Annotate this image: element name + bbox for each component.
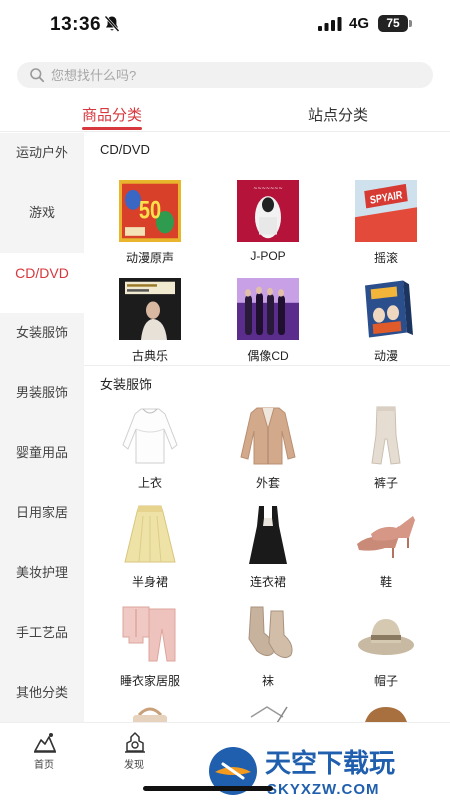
grid-item-classical[interactable]: 古典乐 [94,278,204,373]
grid-label: 裤子 [373,476,398,490]
sidebar-item-mens-clothing[interactable]: 男装服饰 [0,373,84,433]
coat-image [240,407,296,465]
grid-item-anime[interactable]: 动漫 [330,278,440,373]
pants-image [371,406,401,465]
tab-product-categories[interactable]: 商品分类 [82,104,142,125]
grid-item-dresses[interactable]: 连衣裙 [212,504,322,599]
svg-text:50: 50 [139,196,161,224]
grid-label: 动漫 [373,349,398,363]
anime-dvd-box [365,280,413,338]
battery-tip [409,20,412,27]
bell-off-icon [104,15,120,32]
blouse-image [122,408,178,464]
idol-cd-cover [237,278,299,340]
section-title-cd-dvd: CD/DVD [100,142,150,157]
classical-cover [119,278,181,340]
section-title-womens-clothing: 女装服饰 [100,377,153,392]
watermark-title: 天空下载玩 [265,748,395,779]
grid-item-socks[interactable]: 袜 [212,603,322,698]
nav-discover[interactable]: 发现 [104,727,164,775]
grid-label: 鞋 [379,575,392,589]
dress-image [249,506,287,564]
jpop-cover: ~~~~~~~ [237,180,299,242]
sidebar-item-sports-outdoor[interactable]: 运动户外 [0,133,84,193]
grid-item-pajamas[interactable]: 睡衣家居服 [94,603,204,698]
sidebar-item-handicrafts[interactable]: 手工艺品 [0,613,84,673]
sidebar-item-cd-dvd[interactable]: CD/DVD [0,253,84,313]
nav-label: 首页 [34,760,54,771]
bag-image [133,707,167,722]
grid-item-idol-cd[interactable]: 偶像CD [212,278,322,373]
grid-item-hats[interactable]: 帽子 [330,603,440,698]
sidebar-item-games[interactable]: 游戏 [0,193,84,253]
category-sidebar: 运动户外 游戏 CD/DVD 女装服饰 男装服饰 婴童用品 日用家居 美妆护理 … [0,133,84,722]
watermark-url: SKYXZW.COM [267,781,380,798]
search-icon [30,68,45,83]
grid-label: 动漫原声 [125,251,174,265]
grid-item-jpop[interactable]: ~~~~~~~ J-POP [212,180,322,275]
shoes-image [357,516,415,558]
grid-item-tops[interactable]: 上衣 [94,405,204,500]
pajamas-image [122,606,176,662]
search-input[interactable] [51,62,411,88]
anime-soundtrack-cover: 50 [119,180,181,242]
signal-icon [318,17,342,31]
sidebar-item-beauty-care[interactable]: 美妆护理 [0,553,84,613]
accessory-image [250,706,288,722]
search-bar[interactable] [17,62,433,88]
grid-item-pants[interactable]: 裤子 [330,405,440,500]
grid-label: 外套 [255,476,280,490]
grid-label: 帽子 [373,674,398,688]
sidebar-item-baby-products[interactable]: 婴童用品 [0,433,84,493]
status-time: 13:36 [50,14,102,35]
home-icon [34,733,56,753]
rock-cover: SPYAIR [355,180,417,242]
category-content: CD/DVD 50 动漫原声 ~~~~~~~ J-POP SPYAIR 摇滚 古… [84,133,450,722]
grid-item-partial[interactable] [94,703,204,722]
grid-label: 睡衣家居服 [119,674,180,688]
grid-label: 摇滚 [373,251,398,265]
sidebar-item-womens-clothing[interactable]: 女装服饰 [0,313,84,373]
wig-image [365,707,407,722]
grid-label: 古典乐 [131,349,168,363]
section-divider [84,365,450,366]
site-watermark-logo: 天空下载玩 SKYXZW.COM [209,747,395,798]
discover-icon [125,732,145,753]
grid-item-skirts[interactable]: 半身裙 [94,504,204,599]
tab-site-categories[interactable]: 站点分类 [308,104,368,125]
grid-item-partial[interactable] [212,703,322,722]
svg-text:~~~~~~~: ~~~~~~~ [253,186,283,193]
grid-label: 半身裙 [131,575,168,589]
grid-item-anime-soundtrack[interactable]: 50 动漫原声 [94,180,204,275]
category-tabs: 商品分类 站点分类 [0,100,450,132]
nav-label: 发现 [124,760,144,771]
grid-item-rock[interactable]: SPYAIR 摇滚 [330,180,440,275]
socks-image [248,606,293,659]
grid-label: 上衣 [137,476,162,490]
grid-label: 连衣裙 [249,575,286,589]
grid-label: 袜 [261,674,274,688]
hat-image [358,619,414,655]
sidebar-item-home-goods[interactable]: 日用家居 [0,493,84,553]
status-bar: 13:36 4G 75 [0,0,450,48]
grid-item-shoes[interactable]: 鞋 [330,504,440,599]
grid-item-coats[interactable]: 外套 [212,405,322,500]
battery-level: 75 [378,15,408,32]
network-type: 4G [349,15,370,32]
skirt-image [124,505,176,563]
grid-label: 偶像CD [247,349,289,363]
home-indicator [143,786,273,791]
nav-home[interactable]: 首页 [14,727,74,775]
grid-label: J-POP [250,249,286,263]
grid-item-partial[interactable] [330,703,440,722]
active-tab-indicator [82,127,142,130]
